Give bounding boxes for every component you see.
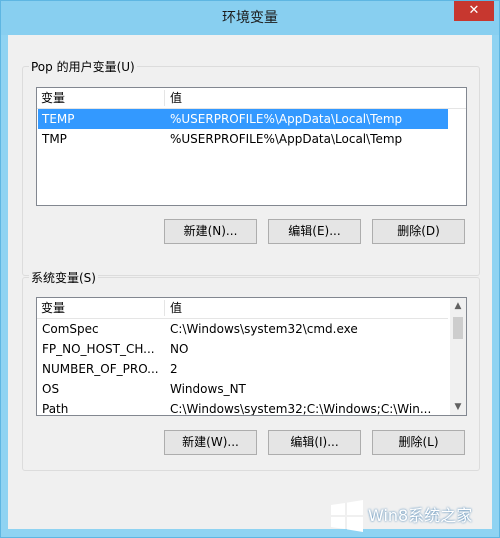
environment-variables-dialog: 环境变量 ✕ Pop 的用户变量(U) 变量 值 TEMP %USERPROFI… [0,0,500,538]
chevron-up-icon: ▲ [454,301,462,311]
watermark-text: Win8系统之家 [368,506,473,525]
variable-name: Path [42,402,69,416]
system-variable-row[interactable]: Path C:\Windows\system32;C:\Windows;C:\W… [38,399,448,416]
user-variable-row-temp[interactable]: TEMP %USERPROFILE%\AppData\Local\Temp [38,109,448,129]
variable-value: Windows_NT [170,382,246,396]
user-edit-button[interactable]: 编辑(E)... [268,219,361,244]
variable-value: 2 [170,362,178,376]
column-header-value[interactable]: 值 [166,88,460,108]
windows-logo-icon [331,500,363,532]
window-title: 环境变量 [222,10,278,26]
dialog-body: Pop 的用户变量(U) 变量 值 TEMP %USERPROFILE%\App… [8,35,492,529]
column-header-value[interactable]: 值 [166,298,440,318]
column-separator[interactable] [164,90,165,106]
variable-value: NO [170,342,189,356]
variable-name: ComSpec [42,322,99,336]
variable-name: TEMP [42,112,75,126]
system-variables-header: 变量 值 [37,298,448,319]
system-variable-row[interactable]: ComSpec C:\Windows\system32\cmd.exe [38,319,448,339]
scroll-up-arrow[interactable]: ▲ [450,298,466,314]
system-delete-button[interactable]: 删除(L) [372,430,465,455]
user-variables-list[interactable]: 变量 值 TEMP %USERPROFILE%\AppData\Local\Te… [36,87,467,206]
watermark: Win8系统之家 [330,498,496,534]
system-new-button[interactable]: 新建(W)... [164,430,257,455]
variable-value: C:\Windows\system32\cmd.exe [170,322,358,336]
variable-value: %USERPROFILE%\AppData\Local\Temp [170,112,403,126]
system-variables-group: 系统变量(S) 变量 值 ComSpec C:\Windows\system32… [22,269,480,471]
system-edit-button[interactable]: 编辑(I)... [268,430,361,455]
system-variables-list[interactable]: 变量 值 ComSpec C:\Windows\system32\cmd.exe… [36,297,467,416]
column-header-variable[interactable]: 变量 [37,298,163,318]
chevron-down-icon: ▼ [454,402,462,412]
scroll-down-arrow[interactable]: ▼ [450,399,466,415]
variable-name: TMP [42,132,67,146]
variable-value: %USERPROFILE%\AppData\Local\Temp [170,132,403,146]
user-variable-row-tmp[interactable]: TMP %USERPROFILE%\AppData\Local\Temp [38,129,448,149]
variable-name: OS [42,382,60,396]
variable-value: C:\Windows\system32;C:\Windows;C:\Win... [170,402,432,416]
close-button[interactable]: ✕ [454,1,494,21]
user-variables-label: Pop 的用户变量(U) [29,58,137,75]
variable-name: FP_NO_HOST_CH... [42,342,155,356]
system-variable-row[interactable]: OS Windows_NT [38,379,448,399]
title-bar[interactable]: 环境变量 ✕ [1,1,499,35]
column-separator[interactable] [164,300,165,316]
variable-name: NUMBER_OF_PRO... [42,362,159,376]
system-variable-row[interactable]: FP_NO_HOST_CH... NO [38,339,448,359]
column-header-variable[interactable]: 变量 [37,88,163,108]
user-variables-group: Pop 的用户变量(U) 变量 值 TEMP %USERPROFILE%\App… [22,58,480,276]
close-icon: ✕ [468,3,480,18]
system-variables-label: 系统变量(S) [29,269,98,286]
user-variables-header: 变量 值 [37,88,466,109]
system-variable-row[interactable]: NUMBER_OF_PRO... 2 [38,359,448,379]
scroll-thumb[interactable] [453,317,463,339]
system-variables-scrollbar[interactable]: ▲ ▼ [450,298,466,415]
user-new-button[interactable]: 新建(N)... [164,219,257,244]
user-delete-button[interactable]: 删除(D) [372,219,465,244]
